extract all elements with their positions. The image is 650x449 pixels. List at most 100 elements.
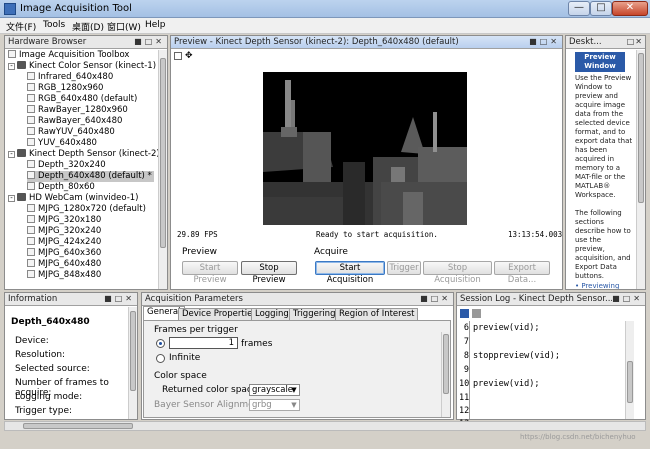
tree-format[interactable]: MJPG_424x240: [27, 237, 101, 248]
tree-format[interactable]: RawYUV_640x480: [27, 127, 115, 138]
tree-format[interactable]: MJPG_320x240: [27, 226, 101, 237]
close-button[interactable]: ✕: [612, 1, 648, 16]
maximize-button[interactable]: □: [590, 1, 612, 16]
log-line: 12: [459, 406, 470, 416]
panel-controls[interactable]: ■□✕: [104, 294, 135, 304]
tree-format[interactable]: MJPG_1280x720 (default): [27, 204, 146, 215]
stop-preview-button[interactable]: Stop Preview: [241, 261, 297, 285]
hardware-browser-panel: Hardware Browser ■□✕ Image Acquisition To…: [4, 35, 168, 290]
copy-icon[interactable]: [472, 309, 481, 318]
infinite-radio[interactable]: [156, 354, 165, 363]
collapse-icon[interactable]: -: [8, 151, 15, 158]
minimize-button[interactable]: —: [568, 1, 590, 16]
format-icon: [27, 138, 35, 146]
tab-region-of-interest[interactable]: Region of Interest: [335, 308, 419, 320]
camera-icon: [17, 193, 26, 201]
scroll-thumb[interactable]: [160, 58, 166, 248]
tree-format[interactable]: RawBayer_1280x960: [27, 105, 128, 116]
tree-root[interactable]: Image Acquisition Toolbox: [8, 50, 129, 61]
menu-window[interactable]: 窗口(W): [107, 20, 141, 33]
menu-desktop[interactable]: 桌面(D): [72, 20, 104, 33]
panel-controls[interactable]: ■□✕: [420, 294, 451, 304]
session-log-scrollbar[interactable]: [625, 321, 634, 419]
menu-help[interactable]: Help: [145, 20, 166, 30]
preview-group-label: Preview: [182, 247, 218, 257]
help-heading: Preview Window: [575, 52, 625, 72]
log-line: 9: [463, 365, 469, 375]
scroll-thumb[interactable]: [627, 361, 633, 403]
bottom-scrollbar[interactable]: [4, 421, 646, 431]
tree-format[interactable]: Infrared_640x480: [27, 72, 113, 83]
tree-format[interactable]: RGB_640x480 (default): [27, 94, 137, 105]
tree-format[interactable]: MJPG_320x180: [27, 215, 101, 226]
tree-device-kinect-2[interactable]: - Kinect Depth Sensor (kinect-2): [8, 149, 160, 160]
help-paragraph-2: The following sections describe how to u…: [575, 209, 631, 280]
frames-input[interactable]: 1: [169, 337, 238, 349]
scroll-thumb[interactable]: [23, 423, 133, 429]
log-line: 7: [463, 337, 469, 347]
bayer-alignment-dropdown[interactable]: grbg ▼: [249, 399, 300, 411]
scroll-thumb[interactable]: [130, 311, 136, 391]
save-icon[interactable]: [460, 309, 469, 318]
tree-scrollbar[interactable]: [158, 50, 167, 289]
tab-triggering[interactable]: Triggering: [289, 308, 340, 320]
format-icon: [27, 204, 35, 212]
log-line: 6 preview(vid);: [463, 323, 540, 333]
chevron-down-icon: ▼: [291, 386, 297, 394]
information-title: Information ■□✕: [5, 293, 137, 306]
tree-format[interactable]: YUV_640x480: [27, 138, 97, 149]
log-line: 11: [459, 393, 470, 403]
format-icon: [27, 226, 35, 234]
tree-format[interactable]: RawBayer_640x480: [27, 116, 122, 127]
acq-params-scrollbar[interactable]: [441, 332, 450, 417]
tree-device-kinect-1[interactable]: - Kinect Color Sensor (kinect-1): [8, 61, 156, 72]
start-preview-button[interactable]: Start Preview: [182, 261, 238, 285]
info-device-label: Device:: [15, 336, 49, 346]
timestamp: 13:13:54.003: [508, 230, 563, 239]
tree-format[interactable]: RGB_1280x960: [27, 83, 103, 94]
trigger-button[interactable]: Trigger: [387, 261, 421, 275]
tab-logging[interactable]: Logging: [251, 308, 293, 320]
collapse-icon[interactable]: -: [8, 195, 15, 202]
collapse-icon[interactable]: -: [8, 63, 15, 70]
menu-file[interactable]: 文件(F): [6, 20, 36, 33]
format-icon: [27, 259, 35, 267]
tree-device-webcam[interactable]: - HD WebCam (winvideo-1): [8, 193, 138, 204]
tree-format-selected[interactable]: Depth_640x480 (default) *: [27, 171, 154, 182]
app-icon: [4, 3, 16, 15]
panel-controls[interactable]: ■□✕: [612, 294, 643, 304]
start-acquisition-button[interactable]: Start Acquisition: [315, 261, 385, 285]
menu-bar: 文件(F) Tools 桌面(D) 窗口(W) Help: [0, 18, 650, 34]
panel-controls[interactable]: ■□✕: [529, 37, 560, 47]
help-bullet-previewing[interactable]: • Previewing: [575, 282, 619, 289]
scroll-thumb[interactable]: [638, 53, 644, 203]
camera-icon: [17, 149, 26, 157]
tree-format[interactable]: MJPG_640x480: [27, 259, 101, 270]
scroll-thumb[interactable]: [443, 334, 449, 394]
frames-radio[interactable]: [156, 339, 165, 348]
info-trigger-label: Trigger type:: [15, 406, 73, 416]
menu-tools[interactable]: Tools: [43, 20, 65, 30]
export-data-button[interactable]: Export Data...: [494, 261, 550, 285]
format-icon: [27, 182, 35, 190]
tree-format[interactable]: MJPG_640x360: [27, 248, 101, 259]
tab-device-properties[interactable]: Device Properties: [178, 308, 261, 320]
stop-acquisition-button[interactable]: Stop Acquisition: [423, 261, 492, 285]
help-scrollbar[interactable]: [636, 50, 645, 289]
fps-readout: 29.89 FPS: [177, 230, 218, 239]
fullscreen-icon[interactable]: ✥: [185, 51, 193, 61]
panel-controls[interactable]: □✕: [627, 37, 643, 47]
desktop-help-panel: Deskt... □✕ Preview Window Use the Previe…: [565, 35, 646, 290]
tree-format[interactable]: Depth_80x60: [27, 182, 95, 193]
returned-color-space-dropdown[interactable]: grayscale ▼: [249, 384, 300, 396]
frames-unit-label: frames: [241, 339, 273, 349]
tree-format[interactable]: Depth_320x240: [27, 160, 106, 171]
infinite-label: Infinite: [169, 353, 201, 363]
panel-controls[interactable]: ■□✕: [134, 37, 165, 47]
fit-icon[interactable]: [174, 52, 182, 60]
tree-format[interactable]: MJPG_848x480: [27, 270, 101, 281]
format-icon: [27, 94, 35, 102]
format-icon: [27, 105, 35, 113]
info-scrollbar[interactable]: [128, 307, 137, 419]
preview-panel: Preview - Kinect Depth Sensor (kinect-2)…: [170, 35, 563, 290]
